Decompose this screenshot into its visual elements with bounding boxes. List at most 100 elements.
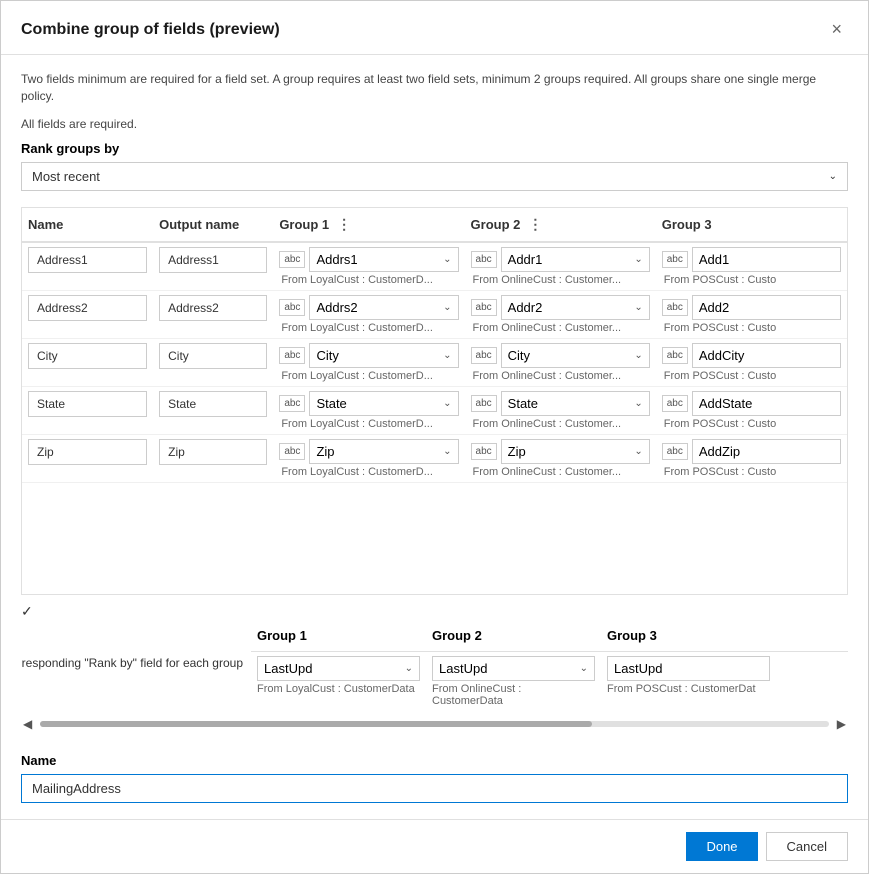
group3-dropdown-2[interactable]: AddCity [692,343,841,368]
cell-group3: abc AddZip From POSCust : Custo [656,434,847,482]
group1-from-4: From LoyalCust : CustomerD... [279,466,458,478]
cell-group1: abc Addrs1 ⌄ From LoyalCust : CustomerD.… [273,242,464,291]
group2-from-4: From OnlineCust : Customer... [471,466,650,478]
abc-icon: abc [471,347,497,364]
bottom-group3-header: Group 3 [601,628,776,647]
chevron-down-icon: ⌄ [443,398,451,409]
required-note: All fields are required. [21,117,848,131]
table-row: abc Addrs1 ⌄ From LoyalCust : CustomerD.… [22,242,847,291]
group1-from-1: From LoyalCust : CustomerD... [279,322,458,334]
group3-from-3: From POSCust : Custo [662,418,841,430]
fields-grid: Name Output name Group 1 ⋮ Group 2 ⋮ [21,207,848,595]
group1-dropdown-3[interactable]: State ⌄ [309,391,458,416]
close-button[interactable]: × [825,17,848,42]
col-header-group3: Group 3 [656,208,847,242]
bottom-group2-from: From OnlineCust : CustomerData [432,683,595,707]
name-field-4[interactable] [28,439,147,465]
scroll-track[interactable] [40,721,829,727]
name-section: Name [21,753,848,803]
chevron-down-icon: ⌄ [634,302,642,313]
group2-kebab-icon[interactable]: ⋮ [524,216,546,233]
chevron-down-icon: ⌄ [443,254,451,265]
group2-dropdown-1[interactable]: Addr2 ⌄ [501,295,650,320]
group1-dropdown-0[interactable]: Addrs1 ⌄ [309,247,458,272]
group3-dropdown-1[interactable]: Add2 [692,295,841,320]
abc-icon: abc [662,395,688,412]
chevron-down-icon: ⌄ [829,171,837,182]
abc-icon: abc [662,347,688,364]
abc-icon: abc [662,251,688,268]
cell-output [153,434,273,482]
cell-group2: abc Zip ⌄ From OnlineCust : Customer... [465,434,656,482]
chevron-down-icon: ⌄ [405,663,413,674]
abc-icon: abc [662,299,688,316]
cell-name [22,386,153,434]
scrollbar-row: ◀ ▶ [21,715,848,733]
cell-output [153,386,273,434]
chevron-down-icon: ⌄ [443,350,451,361]
bottom-group3-dropdown[interactable]: LastUpd [607,656,770,681]
group1-dropdown-1[interactable]: Addrs2 ⌄ [309,295,458,320]
group2-from-0: From OnlineCust : Customer... [471,274,650,286]
cancel-button[interactable]: Cancel [766,832,848,861]
bottom-group3-from: From POSCust : CustomerDat [607,683,770,695]
chevron-down-icon: ⌄ [443,446,451,457]
group3-dropdown-3[interactable]: AddState [692,391,841,416]
done-button[interactable]: Done [686,832,757,861]
group2-from-1: From OnlineCust : Customer... [471,322,650,334]
cell-name [22,338,153,386]
output-field-4[interactable] [159,439,267,465]
output-field-0[interactable] [159,247,267,273]
col-header-name: Name [22,208,153,242]
group3-dropdown-4[interactable]: AddZip [692,439,841,464]
group2-dropdown-4[interactable]: Zip ⌄ [501,439,650,464]
bottom-group1-header: Group 1 [251,628,426,647]
check-mark: ✓ [21,603,848,620]
dialog-body: Two fields minimum are required for a fi… [1,55,868,819]
output-field-2[interactable] [159,343,267,369]
col-header-group1: Group 1 ⋮ [273,208,464,242]
cell-group2: abc Addr1 ⌄ From OnlineCust : Customer..… [465,242,656,291]
cell-name [22,434,153,482]
group1-kebab-icon[interactable]: ⋮ [333,216,355,233]
group1-dropdown-2[interactable]: City ⌄ [309,343,458,368]
name-field-1[interactable] [28,295,147,321]
group3-dropdown-0[interactable]: Add1 [692,247,841,272]
cell-output [153,290,273,338]
name-input[interactable] [21,774,848,803]
bottom-group1-dropdown[interactable]: LastUpd ⌄ [257,656,420,681]
name-field-3[interactable] [28,391,147,417]
scroll-left-button[interactable]: ◀ [21,715,34,733]
group1-from-0: From LoyalCust : CustomerD... [279,274,458,286]
group2-dropdown-3[interactable]: State ⌄ [501,391,650,416]
group1-from-2: From LoyalCust : CustomerD... [279,370,458,382]
scroll-right-button[interactable]: ▶ [835,715,848,733]
output-field-1[interactable] [159,295,267,321]
bottom-group2-header: Group 2 [426,628,601,647]
cell-group2: abc Addr2 ⌄ From OnlineCust : Customer..… [465,290,656,338]
output-field-3[interactable] [159,391,267,417]
cell-output [153,242,273,291]
group3-from-2: From POSCust : Custo [662,370,841,382]
cell-group3: abc Add2 From POSCust : Custo [656,290,847,338]
group2-dropdown-0[interactable]: Addr1 ⌄ [501,247,650,272]
abc-icon: abc [662,443,688,460]
abc-icon: abc [279,347,305,364]
name-field-2[interactable] [28,343,147,369]
cell-group1: abc City ⌄ From LoyalCust : CustomerD... [273,338,464,386]
group1-dropdown-4[interactable]: Zip ⌄ [309,439,458,464]
rank-label: Rank groups by [21,141,848,156]
name-field-0[interactable] [28,247,147,273]
chevron-down-icon: ⌄ [443,302,451,313]
group2-dropdown-2[interactable]: City ⌄ [501,343,650,368]
combine-fields-dialog: Combine group of fields (preview) × Two … [0,0,869,874]
description-text: Two fields minimum are required for a fi… [21,71,848,105]
chevron-down-icon: ⌄ [634,254,642,265]
bottom-group2-dropdown[interactable]: LastUpd ⌄ [432,656,595,681]
chevron-down-icon: ⌄ [580,663,588,674]
group1-from-3: From LoyalCust : CustomerD... [279,418,458,430]
chevron-down-icon: ⌄ [634,446,642,457]
rank-dropdown[interactable]: Most recent ⌄ [21,162,848,191]
bottom-rank-section: responding "Rank by" field for each grou… [21,628,848,707]
bottom-group1-from: From LoyalCust : CustomerData [257,683,420,695]
